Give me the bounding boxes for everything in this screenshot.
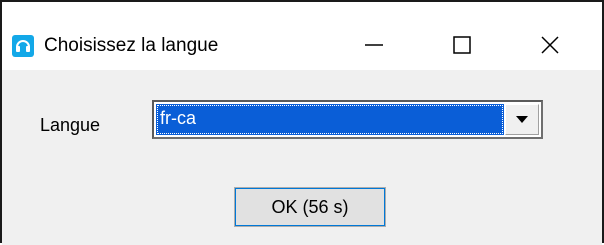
minimize-icon (365, 44, 383, 46)
dropdown-button[interactable] (505, 104, 539, 135)
minimize-button[interactable] (344, 20, 404, 70)
language-selected-value[interactable]: fr-ca (156, 104, 504, 135)
chevron-down-icon (516, 116, 528, 123)
dialog-body: Langue fr-ca OK (56 s) (2, 70, 602, 245)
title-bar[interactable]: Choisissez la langue (2, 2, 602, 70)
close-icon (541, 36, 559, 54)
language-dialog: Choisissez la langue Langue fr-ca OK (56… (0, 0, 604, 245)
ok-button[interactable]: OK (56 s) (234, 187, 386, 227)
headset-icon (12, 35, 34, 57)
language-label: Langue (40, 115, 101, 135)
close-button[interactable] (520, 20, 580, 70)
maximize-button[interactable] (432, 20, 492, 70)
language-select[interactable]: fr-ca (152, 100, 543, 139)
window-title: Choisissez la langue (44, 35, 219, 56)
maximize-icon (453, 36, 471, 54)
